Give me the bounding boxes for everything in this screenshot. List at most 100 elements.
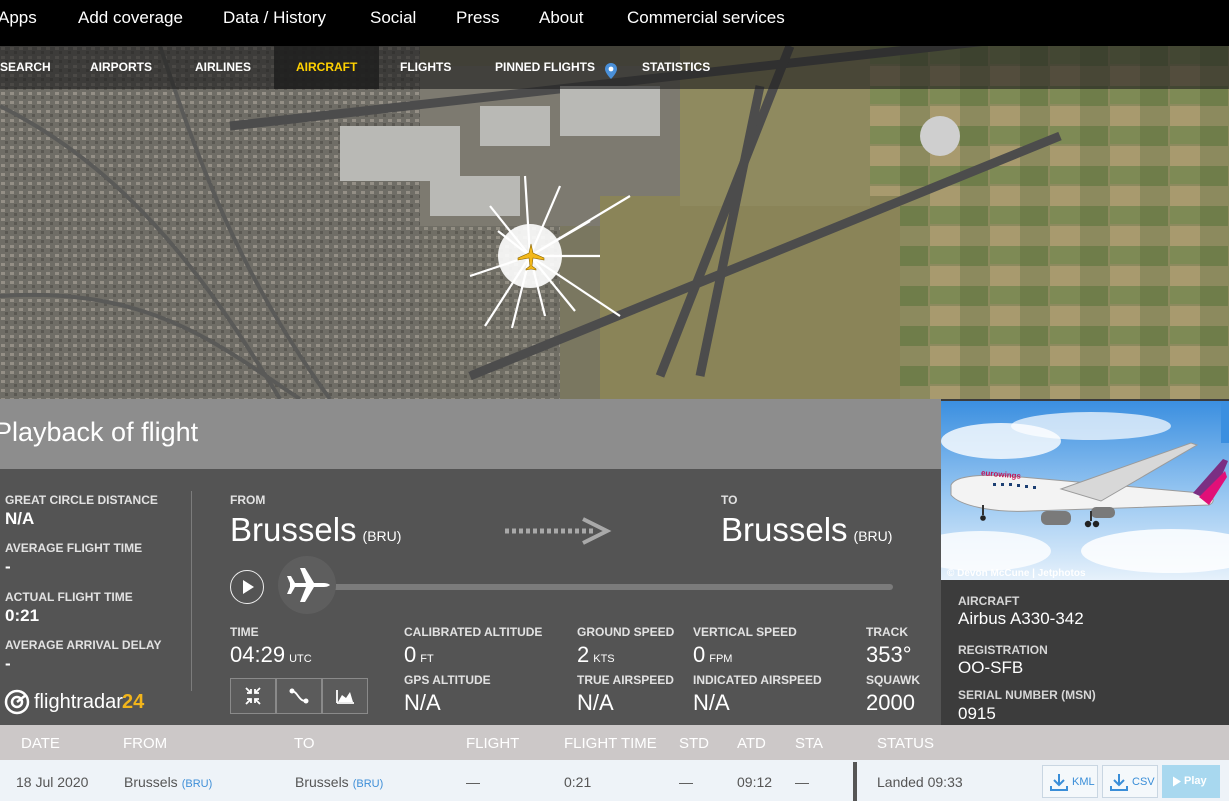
gps-altitude-value: N/A: [404, 690, 441, 715]
nav-press[interactable]: Press: [456, 8, 499, 28]
csv-download-button[interactable]: CSV: [1102, 765, 1158, 798]
indicated-airspeed-value: N/A: [693, 690, 730, 715]
top-nav: Apps Add coverage Data / History Social …: [0, 0, 1229, 46]
playback-header: Playback of flight: [0, 399, 941, 469]
stat-label-avg-flight-time: AVERAGE FLIGHT TIME: [5, 541, 143, 555]
play-label: Play: [1184, 775, 1207, 787]
location-pin-icon: [605, 63, 617, 79]
serial-number-label: SERIAL NUMBER (MSN): [958, 688, 1096, 702]
subnav-aircraft[interactable]: AIRCRAFT: [274, 46, 380, 89]
play-flight-button[interactable]: Play: [1162, 765, 1220, 798]
calibrated-altitude-value: 0 FT: [404, 642, 434, 667]
serial-number-value: 0915: [958, 704, 996, 723]
squawk-value: 2000: [866, 690, 915, 715]
aircraft-photo-image: [941, 401, 1229, 580]
from-city: Brussels (BRU): [230, 511, 402, 548]
track-value: 353°: [866, 642, 912, 667]
header-std: STD: [679, 735, 709, 752]
row-std: —: [679, 774, 693, 790]
logo-suffix: 24: [122, 691, 145, 713]
stat-label-great-circle: GREAT CIRCLE DISTANCE: [5, 493, 158, 507]
row-status: Landed 09:33: [877, 774, 963, 790]
aircraft-type-value: Airbus A330-342: [958, 609, 1084, 628]
expand-view-button[interactable]: [230, 678, 276, 714]
stat-value-actual-flight-time: 0:21: [5, 606, 40, 625]
collapse-arrows-icon: [245, 687, 261, 705]
header-flight-time: FLIGHT TIME: [564, 735, 657, 752]
indicated-airspeed-label: INDICATED AIRSPEED: [693, 673, 822, 687]
ground-speed-label: GROUND SPEED: [577, 625, 675, 639]
time-value: 04:29 UTC: [230, 642, 312, 667]
nav-apps[interactable]: Apps: [0, 8, 37, 28]
row-from-code-link[interactable]: (BRU): [182, 778, 213, 790]
route-path-icon: [289, 688, 309, 704]
stat-label-actual-flight-time: ACTUAL FLIGHT TIME: [5, 590, 133, 604]
header-from: FROM: [123, 735, 168, 752]
airplane-icon: [287, 568, 330, 602]
logo-wordmark: flightradar: [34, 691, 123, 713]
track-label: TRACK: [866, 625, 908, 639]
satellite-map[interactable]: [0, 46, 1229, 399]
header-to: TO: [294, 735, 315, 752]
true-airspeed-value: N/A: [577, 690, 614, 715]
nav-data-history[interactable]: Data / History: [223, 8, 326, 28]
timeline-handle[interactable]: [278, 556, 336, 614]
flights-table-header: DATE FROM TO FLIGHT FLIGHT TIME STD ATD …: [0, 725, 1229, 760]
row-date: 18 Jul 2020: [16, 774, 89, 790]
track-route-button[interactable]: [276, 678, 322, 714]
download-icon: [1050, 774, 1068, 791]
kml-label: KML: [1072, 776, 1095, 788]
photo-credit[interactable]: © Devon McCune | Jetphotos: [947, 568, 1086, 579]
play-icon: [243, 580, 254, 594]
row-status-bar: [853, 762, 857, 801]
aircraft-photo[interactable]: eurowings © Devon McCune | Jetphotos: [941, 401, 1229, 580]
registration-label: REGISTRATION: [958, 643, 1048, 657]
subnav-airports[interactable]: AIRPORTS: [90, 46, 152, 89]
row-to-code-link[interactable]: (BRU): [353, 778, 384, 790]
aircraft-icon[interactable]: [516, 242, 546, 272]
from-label: FROM: [230, 493, 266, 507]
row-flight: —: [466, 774, 480, 790]
subnav-flights[interactable]: FLIGHTS: [400, 46, 451, 89]
csv-label: CSV: [1132, 776, 1155, 788]
photo-scroll-indicator[interactable]: [1221, 401, 1229, 443]
subnav-statistics[interactable]: STATISTICS: [642, 46, 710, 89]
nav-add-coverage[interactable]: Add coverage: [78, 8, 183, 28]
altitude-graph-button[interactable]: [322, 678, 368, 714]
subnav-search[interactable]: SEARCH: [0, 46, 51, 89]
nav-commercial-services[interactable]: Commercial services: [627, 8, 785, 28]
aircraft-type-label: AIRCRAFT: [958, 594, 1020, 608]
calibrated-altitude-label: CALIBRATED ALTITUDE: [404, 625, 543, 639]
time-label: TIME: [230, 625, 259, 639]
header-atd: ATD: [737, 735, 766, 752]
header-date: DATE: [21, 735, 60, 752]
true-airspeed-label: TRUE AIRSPEED: [577, 673, 674, 687]
play-button[interactable]: [230, 570, 264, 604]
download-icon: [1110, 774, 1128, 791]
row-from: Brussels (BRU): [124, 774, 213, 790]
to-label: TO: [721, 493, 738, 507]
area-chart-icon: [336, 690, 354, 704]
nav-about[interactable]: About: [539, 8, 583, 28]
aircraft-info-panel: eurowings © Devon McCune | Jetphotos AIR…: [941, 399, 1229, 725]
squawk-label: SQUAWK: [866, 673, 920, 687]
row-to: Brussels (BRU): [295, 774, 384, 790]
route-arrow-icon: [505, 517, 612, 545]
header-flight: FLIGHT: [466, 735, 520, 752]
header-sta: STA: [795, 735, 824, 752]
subnav-airlines[interactable]: AIRLINES: [195, 46, 251, 89]
to-city: Brussels (BRU): [721, 511, 893, 548]
kml-download-button[interactable]: KML: [1042, 765, 1098, 798]
subnav-pinned-flights[interactable]: PINNED FLIGHTS: [495, 46, 595, 89]
row-atd: 09:12: [737, 774, 773, 790]
gps-altitude-label: GPS ALTITUDE: [404, 673, 491, 687]
stat-value-avg-arrival-delay: -: [5, 654, 11, 673]
header-status: STATUS: [877, 735, 934, 752]
table-row[interactable]: 18 Jul 2020 Brussels (BRU) Brussels (BRU) …: [0, 760, 1229, 801]
playback-timeline[interactable]: [326, 584, 893, 590]
map-imagery: [0, 46, 1229, 399]
nav-social[interactable]: Social: [370, 8, 416, 28]
stat-value-avg-flight-time: -: [5, 557, 11, 576]
playback-panel: GREAT CIRCLE DISTANCE N/A AVERAGE FLIGHT…: [0, 469, 941, 725]
playback-title: Playback of flight: [0, 417, 199, 447]
